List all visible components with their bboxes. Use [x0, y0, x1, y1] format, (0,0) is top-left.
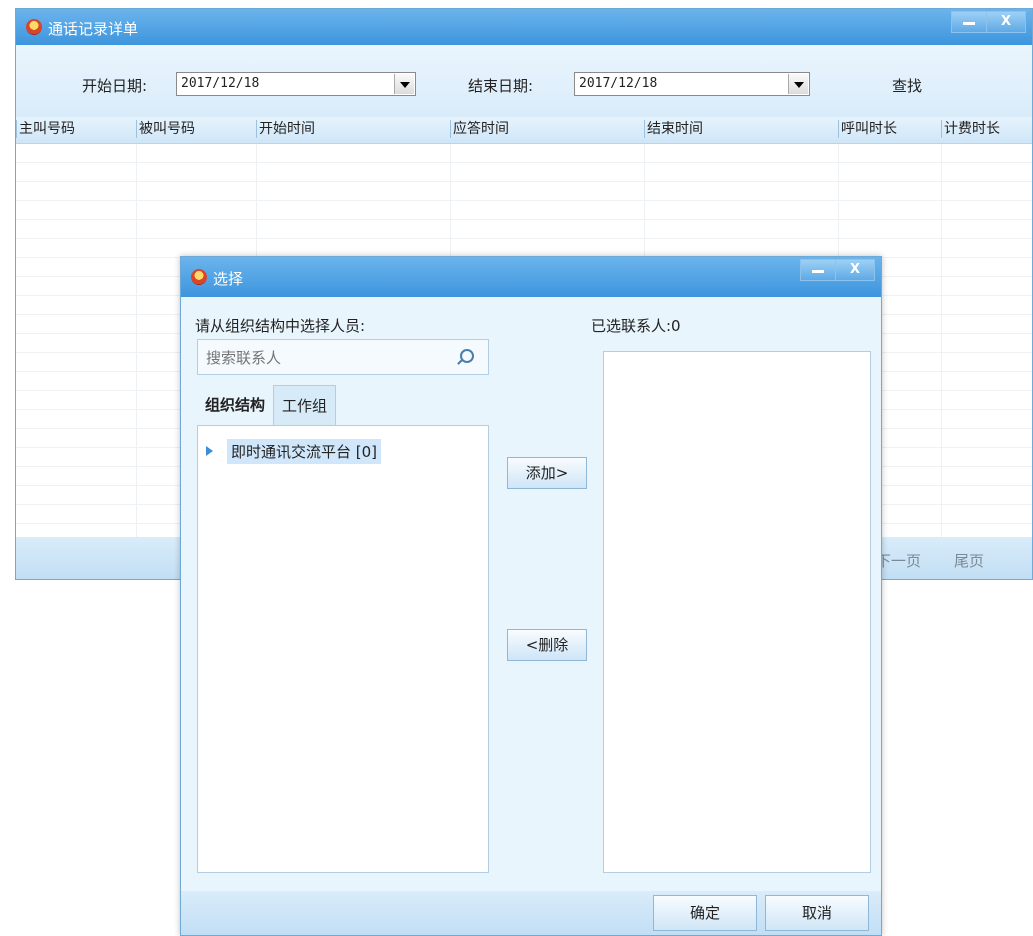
table-row[interactable]: [16, 144, 1032, 163]
start-date-select[interactable]: 2017/12/18: [176, 72, 416, 96]
filter-bar: 开始日期: 2017/12/18 结束日期: 2017/12/18 查找: [16, 45, 1032, 125]
table-header: 主叫号码 被叫号码 开始时间 应答时间 结束时间 呼叫时长 计费时长: [16, 117, 1032, 144]
chevron-down-icon[interactable]: [788, 74, 808, 94]
window-controls: X: [951, 11, 1026, 33]
app-logo-icon: [26, 19, 42, 35]
add-button[interactable]: 添加>: [507, 457, 587, 489]
search-icon[interactable]: [460, 349, 474, 363]
dialog-titlebar[interactable]: 选择 X: [181, 257, 881, 297]
table-row[interactable]: [16, 201, 1032, 220]
main-titlebar[interactable]: 通话记录详单 X: [16, 9, 1032, 45]
close-button[interactable]: X: [986, 11, 1026, 33]
column-header-call-duration[interactable]: 呼叫时长: [838, 120, 897, 138]
dialog-window-controls: X: [800, 259, 875, 281]
expand-arrow-icon[interactable]: [206, 446, 213, 456]
column-header-callee[interactable]: 被叫号码: [136, 120, 195, 138]
selected-contacts-list[interactable]: [603, 351, 871, 873]
window-title: 通话记录详单: [48, 20, 139, 38]
minimize-button[interactable]: [800, 259, 836, 281]
next-page-link[interactable]: 下一页: [876, 550, 921, 571]
search-button[interactable]: 查找: [892, 75, 922, 96]
cancel-button[interactable]: 取消: [765, 895, 869, 931]
search-input[interactable]: [198, 340, 448, 376]
column-header-start-time[interactable]: 开始时间: [256, 120, 315, 138]
org-tree-panel: 即时通讯交流平台 [0]: [197, 425, 489, 873]
start-date-value: 2017/12/18: [181, 76, 260, 91]
tree-node[interactable]: 即时通讯交流平台 [0]: [206, 438, 382, 464]
dialog-title: 选择: [213, 270, 244, 288]
instruction-label: 请从组织结构中选择人员:: [195, 317, 366, 335]
column-header-billing-duration[interactable]: 计费时长: [941, 120, 1000, 138]
table-row[interactable]: [16, 220, 1032, 239]
tab-org-structure[interactable]: 组织结构: [197, 385, 274, 425]
table-row[interactable]: [16, 182, 1032, 201]
column-header-end-time[interactable]: 结束时间: [644, 120, 703, 138]
table-row[interactable]: [16, 163, 1032, 182]
end-date-label: 结束日期:: [468, 77, 534, 95]
column-divider: [136, 144, 137, 537]
close-button[interactable]: X: [835, 259, 875, 281]
app-logo-icon: [191, 269, 207, 285]
contact-search[interactable]: [197, 339, 489, 376]
start-date-label: 开始日期:: [82, 77, 148, 95]
last-page-link[interactable]: 尾页: [954, 550, 984, 571]
column-divider: [941, 144, 942, 537]
selected-count-label: 已选联系人:0: [591, 317, 681, 335]
select-people-dialog: 选择 X 请从组织结构中选择人员: 已选联系人:0 组织结构 工作组 即时通讯交…: [180, 256, 882, 936]
ok-button[interactable]: 确定: [653, 895, 757, 931]
remove-button[interactable]: <删除: [507, 629, 587, 661]
tab-workgroup[interactable]: 工作组: [273, 385, 337, 425]
end-date-select[interactable]: 2017/12/18: [574, 72, 810, 96]
end-date-value: 2017/12/18: [579, 76, 658, 91]
org-tabs: 组织结构 工作组: [197, 385, 337, 425]
chevron-down-icon[interactable]: [394, 74, 414, 94]
column-header-answer-time[interactable]: 应答时间: [450, 120, 509, 138]
tree-node-label[interactable]: 即时通讯交流平台 [0]: [227, 438, 382, 464]
minimize-button[interactable]: [951, 11, 987, 33]
dialog-footer: 确定 取消: [181, 891, 881, 935]
column-header-caller[interactable]: 主叫号码: [16, 120, 75, 138]
